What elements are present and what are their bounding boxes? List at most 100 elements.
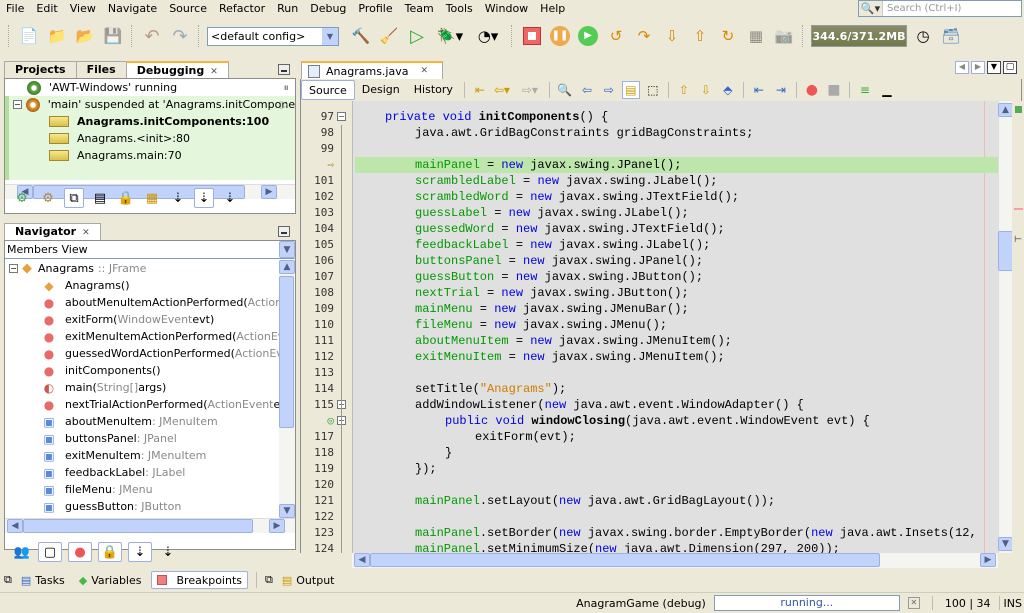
toggle-bookmark-icon[interactable]: ⬘ <box>719 81 737 99</box>
navigator-member[interactable]: ●guessedWordActionPerformed(ActionEvent … <box>5 345 279 362</box>
line-number[interactable]: ◎ <box>301 413 334 429</box>
suspend-all-icon[interactable]: ⚙ <box>38 188 58 208</box>
show-system-threads-icon[interactable]: ▤ <box>90 188 110 208</box>
redo-icon[interactable]: ↷ <box>168 24 192 48</box>
tab-tasks[interactable]: ▤ Tasks <box>16 571 70 589</box>
chevron-down-icon[interactable]: ▼ <box>322 27 338 45</box>
code-line[interactable] <box>355 141 998 157</box>
tab-breakpoints[interactable]: Breakpoints <box>150 571 248 589</box>
line-number[interactable]: 104 <box>301 221 334 237</box>
restore-group-icon[interactable]: ⧉ <box>265 573 273 587</box>
thread-groups-icon[interactable]: ▦ <box>142 188 162 208</box>
open-project-icon[interactable]: 📂 <box>73 24 97 48</box>
line-number[interactable]: 123 <box>301 525 334 541</box>
line-number[interactable]: 103 <box>301 205 334 221</box>
code-line[interactable]: mainPanel.setLayout(new java.awt.GridBag… <box>355 493 998 509</box>
debug-project-icon[interactable]: 🪲▾ <box>433 24 467 48</box>
line-number[interactable]: 98 <box>301 125 334 141</box>
tab-design[interactable]: Design <box>355 80 407 100</box>
show-stack-icon[interactable]: ⇣ <box>220 188 240 208</box>
navigator-member[interactable]: ▣ feedbackLabel : JLabel <box>5 464 279 481</box>
line-number[interactable]: 99 <box>301 141 334 157</box>
profile-project-icon[interactable]: ◔▾ <box>471 24 505 48</box>
class-root[interactable]: − ◆ Anagrams :: JFrame <box>5 260 279 277</box>
profile-ide-icon[interactable]: 🗃 <box>939 24 963 48</box>
code-line[interactable]: guessButton = new javax.swing.JButton(); <box>355 269 998 285</box>
code-line[interactable]: fileMenu = new javax.swing.JMenu(); <box>355 317 998 333</box>
current-code-line[interactable]: mainPanel = new javax.swing.JPanel(); <box>355 157 998 173</box>
code-line[interactable]: scrambledWord = new javax.swing.JTextFie… <box>355 189 998 205</box>
scroll-thumb[interactable] <box>370 553 880 567</box>
editor-hscroll[interactable]: ◀ ▶ <box>352 553 998 568</box>
navigator-member[interactable]: ● exitForm(WindowEvent evt) <box>5 311 279 328</box>
show-inherited-icon[interactable]: 👥 <box>12 542 32 562</box>
navigator-hscroll[interactable]: ◀ ▶ <box>5 518 295 533</box>
tab-history[interactable]: History <box>407 80 460 100</box>
finish-debug-icon[interactable] <box>520 24 544 48</box>
scroll-right-icon[interactable]: ▶ <box>269 519 285 533</box>
code-line[interactable]: java.awt.GridBagConstraints gridBagConst… <box>355 125 998 141</box>
thread-pause-icon[interactable]: ⏸ <box>284 81 290 95</box>
line-number[interactable]: 110 <box>301 317 334 333</box>
navigator-member[interactable]: ◐ main(String[] args) <box>5 379 279 396</box>
line-number[interactable]: 114 <box>301 381 334 397</box>
tab-projects[interactable]: Projects <box>4 61 77 78</box>
code-line[interactable]: scrambledLabel = new javax.swing.JLabel(… <box>355 173 998 189</box>
line-number[interactable]: 101 <box>301 173 334 189</box>
code-line[interactable]: public void windowClosing(java.awt.event… <box>355 413 998 429</box>
line-number[interactable]: 115 <box>301 397 334 413</box>
step-over-icon[interactable]: ↺ <box>604 24 628 48</box>
menu-profile[interactable]: Profile <box>352 0 398 18</box>
build-hammer-icon[interactable]: 🔨 <box>349 24 373 48</box>
scroll-left-icon[interactable]: ◀ <box>354 553 370 567</box>
clock-icon[interactable]: ◷ <box>911 24 935 48</box>
menu-source[interactable]: Source <box>163 0 213 18</box>
code-line[interactable]: setTitle("Anagrams"); <box>355 381 998 397</box>
code-line[interactable]: } <box>355 445 998 461</box>
shift-left-icon[interactable]: ⇤ <box>750 81 768 99</box>
previous-bookmark-icon[interactable]: ⇧ <box>675 81 693 99</box>
deadlock-detect-icon[interactable]: ⚙ <box>12 188 32 208</box>
line-number[interactable]: ⇨ <box>301 157 334 173</box>
new-project-icon[interactable]: 📁 <box>45 24 69 48</box>
line-number[interactable]: 111 <box>301 333 334 349</box>
next-bookmark-icon[interactable]: ⇩ <box>697 81 715 99</box>
sort-by-source-icon[interactable]: ⇣ <box>158 542 178 562</box>
navigator-member[interactable]: ● exitMenuItemActionPerformed(ActionEvent… <box>5 328 279 345</box>
close-icon[interactable]: ✕ <box>210 67 218 77</box>
navigator-member[interactable]: ▣ guessButton : JButton <box>5 498 279 515</box>
minimize-icon[interactable] <box>278 226 290 237</box>
line-number[interactable]: 109 <box>301 301 334 317</box>
navigator-member[interactable]: ● initComponents() <box>5 362 279 379</box>
minimize-icon[interactable] <box>278 64 290 75</box>
uncomment-icon[interactable]: ▁ <box>878 81 896 99</box>
apply-code-changes-icon[interactable]: ▦ <box>744 24 768 48</box>
code-line[interactable]: private void initComponents() { <box>355 109 998 125</box>
new-file-icon[interactable]: 📄 <box>17 24 41 48</box>
menu-file[interactable]: File <box>0 0 30 18</box>
take-snapshot-icon[interactable]: 📷 <box>772 24 796 48</box>
scroll-thumb[interactable] <box>998 231 1013 271</box>
line-number[interactable]: 102 <box>301 189 334 205</box>
sort-by-name-icon[interactable]: ⇣ <box>128 542 152 562</box>
scroll-thumb[interactable] <box>279 276 294 428</box>
scroll-left-icon[interactable]: ◀ <box>7 519 23 533</box>
scroll-down-icon[interactable]: ▼ <box>279 504 295 518</box>
code-line[interactable]: exitMenuItem = new javax.swing.JMenuItem… <box>355 349 998 365</box>
tab-navigator[interactable]: Navigator ✕ <box>4 223 101 240</box>
code-line[interactable]: }); <box>355 461 998 477</box>
code-line[interactable]: mainMenu = new javax.swing.JMenuBar(); <box>355 301 998 317</box>
menu-run[interactable]: Run <box>271 0 304 18</box>
show-static-icon[interactable]: ● <box>68 542 92 562</box>
navigator-member[interactable]: ● aboutMenuItemActionPerformed(ActionEven… <box>5 294 279 311</box>
code-line[interactable]: feedbackLabel = new javax.swing.JLabel()… <box>355 237 998 253</box>
resume-thread-icon[interactable]: ▷ <box>281 98 289 111</box>
call-stack-frame[interactable]: Anagrams.main:70 <box>9 147 295 164</box>
line-number[interactable]: 121 <box>301 493 334 509</box>
line-number[interactable]: 112 <box>301 349 334 365</box>
code-line[interactable] <box>355 509 998 525</box>
line-number[interactable]: 120 <box>301 477 334 493</box>
line-number[interactable]: 105 <box>301 237 334 253</box>
line-number[interactable]: 118 <box>301 445 334 461</box>
undo-icon[interactable]: ↶ <box>140 24 164 48</box>
